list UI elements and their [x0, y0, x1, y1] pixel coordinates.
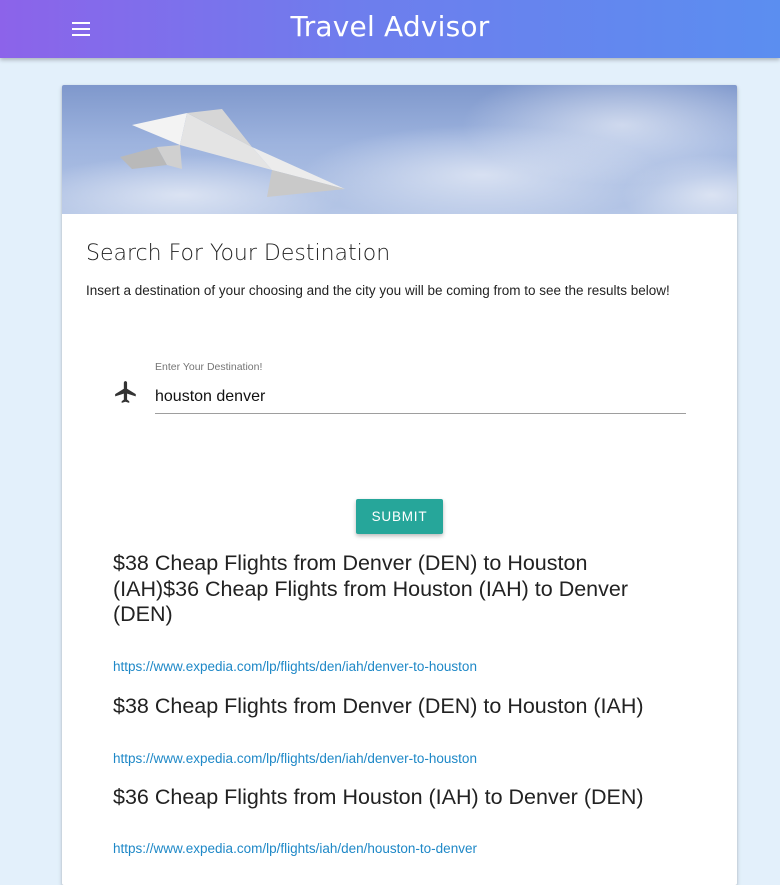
- result-link[interactable]: https://www.expedia.com/lp/flights/den/i…: [113, 751, 477, 766]
- submit-button[interactable]: SUBMIT: [356, 499, 443, 534]
- result-link[interactable]: https://www.expedia.com/lp/flights/den/i…: [113, 659, 477, 674]
- result-heading: $36 Cheap Flights from Houston (IAH) to …: [113, 785, 644, 809]
- airplane-icon: [113, 379, 139, 405]
- result-heading: $38 Cheap Flights from Denver (DEN) to H…: [113, 551, 629, 626]
- result-heading: $38 Cheap Flights from Denver (DEN) to H…: [113, 694, 644, 718]
- app-bar: Travel Advisor: [0, 0, 780, 58]
- app-title: Travel Advisor: [290, 10, 490, 43]
- destination-label: Enter Your Destination!: [155, 361, 263, 373]
- search-title: Search For Your Destination: [86, 241, 391, 266]
- destination-input[interactable]: [155, 381, 686, 414]
- search-card: Search For Your Destination Insert a des…: [62, 85, 737, 885]
- hero-image: [62, 85, 737, 214]
- result-link[interactable]: https://www.expedia.com/lp/flights/iah/d…: [113, 841, 477, 856]
- search-description: Insert a destination of your choosing an…: [86, 283, 670, 298]
